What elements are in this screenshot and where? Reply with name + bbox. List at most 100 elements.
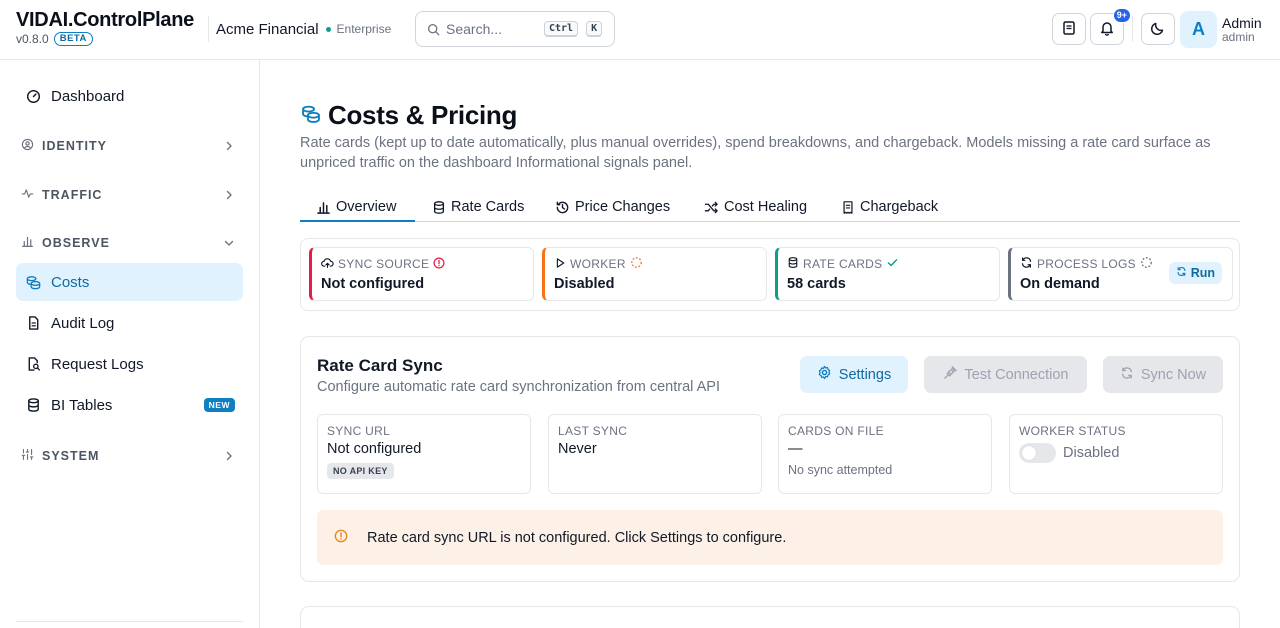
stat-label: RATE CARDS — [803, 257, 883, 271]
toggle-label: Disabled — [1063, 445, 1120, 461]
tab-cost-healing[interactable]: Cost Healing — [704, 199, 807, 222]
user-name: Admin — [1222, 14, 1262, 31]
chevron-right-icon — [223, 189, 235, 204]
coins-icon — [24, 274, 42, 291]
book-icon — [1061, 20, 1077, 39]
panel-subtitle: Configure automatic rate card synchroniz… — [317, 379, 720, 395]
shortcut-key-ctrl: Ctrl — [544, 21, 579, 37]
chevron-right-icon — [223, 140, 235, 155]
history-icon — [555, 200, 570, 219]
activity-icon — [21, 187, 34, 203]
header-divider — [1132, 16, 1133, 42]
sidebar-item-bi-tables[interactable]: BI Tables NEW — [16, 386, 243, 424]
notifications-button[interactable]: 9+ — [1090, 8, 1131, 45]
search-input[interactable] — [446, 21, 538, 37]
user-menu[interactable]: A Admin admin — [1180, 11, 1262, 48]
info-label: LAST SYNC — [558, 424, 628, 438]
moon-icon — [1150, 20, 1166, 39]
run-button[interactable]: Run — [1168, 262, 1222, 284]
sidebar-section-system[interactable]: SYSTEM — [16, 444, 243, 468]
org-tier: Enterprise — [336, 22, 392, 36]
stat-worker[interactable]: WORKER Disabled — [542, 247, 767, 301]
brand[interactable]: VIDAI.ControlPlane v0.8.0 BETA — [16, 9, 194, 46]
coins-icon — [300, 103, 322, 128]
tab-overview[interactable]: Overview — [300, 199, 415, 222]
stat-rate-cards[interactable]: RATE CARDS 58 cards — [775, 247, 1000, 301]
refresh-icon — [1120, 366, 1134, 384]
sidebar-item-label: Request Logs — [51, 355, 144, 373]
stat-value: Not configured — [321, 276, 425, 292]
warning-circle-icon — [334, 529, 348, 547]
page-title-text: Costs & Pricing — [328, 100, 518, 130]
test-connection-label: Test Connection — [964, 366, 1069, 383]
sidebar-footer-divider — [16, 621, 243, 622]
settings-button[interactable]: Settings — [800, 356, 908, 393]
test-connection-button[interactable]: Test Connection — [924, 356, 1087, 393]
tab-label: Rate Cards — [451, 199, 525, 215]
toggle-knob — [1022, 446, 1036, 460]
refresh-icon — [1020, 256, 1033, 272]
bell-icon — [1099, 20, 1115, 39]
panel-title: Rate Card Sync — [317, 356, 443, 375]
file-search-icon — [24, 356, 42, 372]
info-worker-status: WORKER STATUS Disabled — [1009, 414, 1223, 494]
org-switcher[interactable]: Acme Financial Enterprise — [208, 16, 391, 42]
stat-label: SYNC SOURCE — [338, 257, 430, 271]
sidebar-item-dashboard[interactable]: Dashboard — [16, 77, 243, 115]
version-label: v0.8.0 — [16, 32, 49, 46]
tab-label: Overview — [336, 199, 397, 215]
tab-price-changes[interactable]: Price Changes — [555, 199, 670, 222]
sidebar-item-label: Costs — [51, 273, 90, 291]
receipt-icon — [841, 200, 855, 219]
search-box[interactable]: Ctrl K — [415, 11, 615, 47]
stat-value: 58 cards — [787, 276, 846, 292]
play-icon — [554, 257, 566, 272]
new-badge: NEW — [203, 398, 235, 412]
document-icon — [24, 315, 42, 331]
sidebar-item-label: Audit Log — [51, 314, 115, 332]
refresh-icon — [1176, 266, 1187, 280]
sidebar-item-label: Dashboard — [51, 87, 125, 105]
check-icon — [886, 256, 899, 272]
sidebar-item-label: BI Tables — [51, 396, 113, 414]
stat-value: Disabled — [554, 276, 615, 292]
stat-sync-source[interactable]: SYNC SOURCE Not configured — [309, 247, 534, 301]
theme-toggle-button[interactable] — [1141, 13, 1175, 45]
settings-button-label: Settings — [838, 366, 892, 383]
rate-card-sync-panel: Rate Card Sync Configure automatic rate … — [300, 336, 1240, 582]
sidebar-section-identity[interactable]: IDENTITY — [16, 134, 243, 158]
sidebar-item-request-logs[interactable]: Request Logs — [16, 345, 243, 383]
notification-count-badge: 9+ — [1112, 8, 1131, 23]
info-cards-on-file: CARDS ON FILE — No sync attempted — [778, 414, 992, 494]
section-label: IDENTITY — [42, 139, 107, 153]
info-value: — — [788, 441, 803, 457]
gauge-icon — [24, 89, 42, 104]
user-role: admin — [1222, 29, 1255, 44]
loading-spinner-icon — [630, 256, 643, 272]
tab-chargeback[interactable]: Chargeback — [841, 199, 938, 222]
org-name: Acme Financial — [216, 20, 319, 38]
stat-process-logs[interactable]: PROCESS LOGS On demand Run — [1008, 247, 1233, 301]
cloud-sync-icon — [321, 256, 334, 272]
worker-toggle[interactable] — [1019, 443, 1056, 463]
no-api-key-chip: NO API KEY — [327, 463, 394, 479]
sync-now-button[interactable]: Sync Now — [1103, 356, 1223, 393]
loading-spinner-icon — [1140, 256, 1153, 272]
sidebar-section-observe[interactable]: OBSERVE — [16, 231, 243, 255]
database-icon — [24, 397, 42, 413]
chevron-down-icon — [223, 237, 235, 252]
search-icon — [427, 23, 440, 36]
info-value: Not configured — [327, 441, 422, 457]
tab-bar: Overview Rate Cards Price Changes Cost H… — [300, 199, 1240, 222]
info-value: Never — [558, 441, 597, 457]
stat-label: WORKER — [570, 257, 626, 271]
section-label: OBSERVE — [42, 236, 110, 250]
info-note: No sync attempted — [788, 463, 893, 477]
sidebar-item-audit-log[interactable]: Audit Log — [16, 304, 243, 342]
docs-button[interactable] — [1052, 13, 1086, 45]
tab-label: Price Changes — [575, 199, 671, 215]
sidebar-section-traffic[interactable]: TRAFFIC — [16, 183, 243, 207]
status-summary: SYNC SOURCE Not configured WORKER Disabl… — [300, 238, 1240, 311]
tab-rate-cards[interactable]: Rate Cards — [432, 199, 524, 222]
sidebar-item-costs[interactable]: Costs — [16, 263, 243, 301]
